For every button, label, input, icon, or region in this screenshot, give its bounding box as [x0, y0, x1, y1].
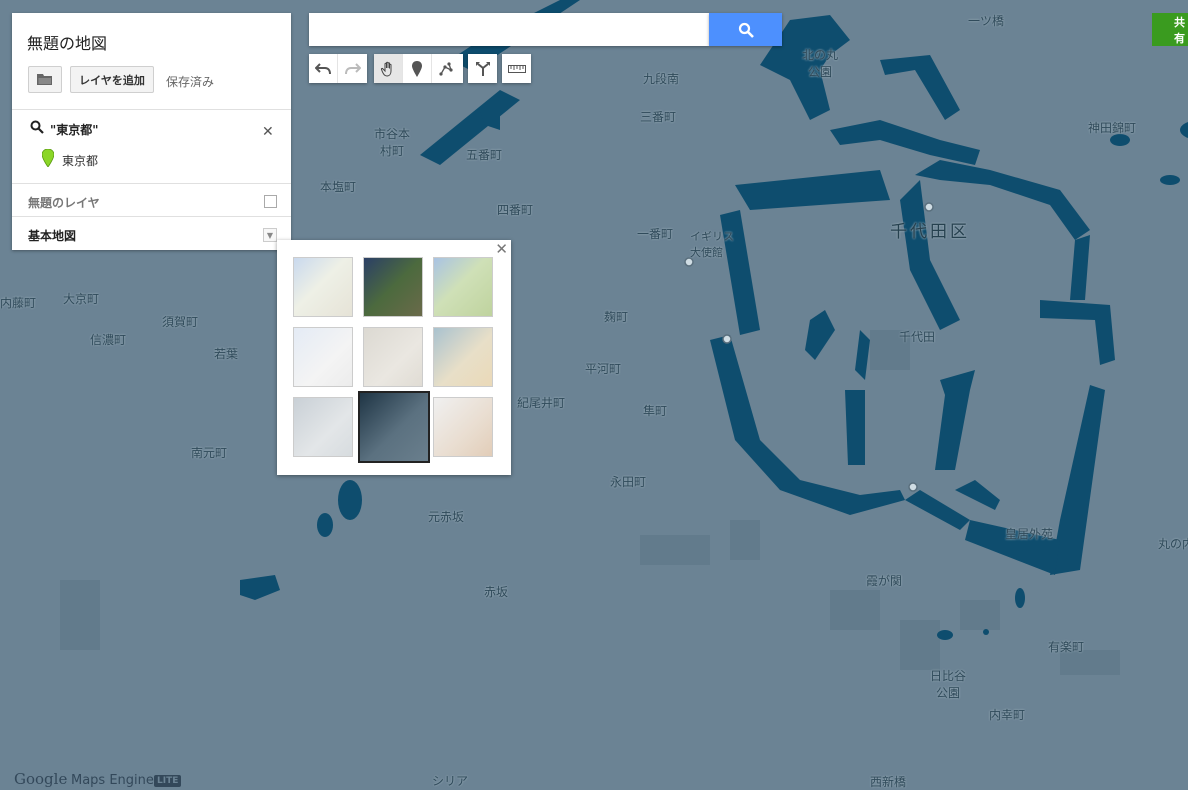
- map-label: 一ツ橋: [968, 14, 1005, 28]
- undo-icon: [315, 62, 331, 74]
- map-label: 日比谷公園: [929, 669, 966, 700]
- map-label: 信濃町: [90, 333, 127, 347]
- divider: [12, 183, 291, 184]
- pan-button[interactable]: [374, 54, 403, 83]
- base-map-option-simple-atlas[interactable]: [433, 327, 493, 387]
- draw-line-button[interactable]: [432, 54, 461, 83]
- map-label: 一番町: [637, 227, 674, 241]
- route-icon: [475, 61, 490, 76]
- map-label: 麹町: [604, 310, 629, 324]
- map-pin-icon[interactable]: [42, 149, 54, 167]
- base-map-option-dark-landmass[interactable]: [358, 391, 430, 463]
- map-label: 須賀町: [162, 315, 199, 329]
- map-title[interactable]: 無題の地図: [27, 30, 107, 54]
- map-label: シリア: [432, 774, 469, 788]
- map-label: 平河町: [585, 362, 622, 376]
- base-map-selector: ✕: [277, 240, 511, 475]
- product-name: Maps Engine: [71, 773, 154, 788]
- map-label: 九段南: [643, 72, 680, 86]
- map-label: 霞が関: [866, 574, 903, 588]
- map-label: 赤坂: [484, 585, 509, 599]
- measure-group: [502, 54, 531, 83]
- map-sidebar-panel: 無題の地図 レイヤを追加 保存済み "東京都" ✕ 東京都 無題のレイヤ 基本地…: [12, 13, 291, 250]
- google-logo: Google: [14, 770, 68, 788]
- map-label: 三番町: [640, 110, 677, 124]
- measure-ruler-icon: [507, 64, 526, 73]
- map-label: 元赤坂: [428, 510, 465, 524]
- map-label: 市谷本村町: [373, 127, 410, 158]
- save-status: 保存済み: [166, 75, 215, 89]
- map-label: 本塩町: [320, 180, 357, 194]
- marker-icon: [412, 60, 422, 77]
- map-label: 永田町: [610, 475, 647, 489]
- divider: [12, 216, 291, 217]
- undo-button[interactable]: [309, 54, 338, 83]
- map-label: 隼町: [643, 404, 668, 418]
- layer-name[interactable]: 無題のレイヤ: [28, 194, 100, 211]
- base-map-label[interactable]: 基本地図: [28, 227, 76, 244]
- map-label: 西新橋: [870, 775, 907, 789]
- map-label: 皇居外苑: [1005, 527, 1054, 541]
- divider: [12, 109, 291, 110]
- close-icon[interactable]: ✕: [262, 124, 274, 140]
- directions-group: [468, 54, 497, 83]
- map-label: 紀尾井町: [517, 396, 566, 410]
- measure-button[interactable]: [502, 54, 531, 83]
- close-icon[interactable]: ✕: [495, 240, 508, 258]
- search-layer-title[interactable]: "東京都": [50, 121, 99, 138]
- map-label: 内幸町: [989, 708, 1026, 722]
- map-label: 有楽町: [1048, 640, 1085, 654]
- open-map-button[interactable]: [28, 66, 62, 93]
- map-label: 四番町: [497, 203, 534, 217]
- share-button[interactable]: 共有: [1152, 13, 1188, 46]
- map-label: 神田錦町: [1088, 121, 1137, 135]
- add-marker-button[interactable]: [403, 54, 432, 83]
- layer-visibility-checkbox[interactable]: [264, 195, 277, 208]
- add-directions-button[interactable]: [468, 54, 497, 83]
- undo-redo-group: [309, 54, 367, 83]
- chevron-down-icon[interactable]: ▼: [263, 228, 277, 242]
- draw-tools-group: [374, 54, 463, 83]
- map-label: 内藤町: [0, 296, 37, 310]
- map-label: 大京町: [63, 292, 100, 306]
- map-label: 丸の内: [1158, 537, 1188, 551]
- map-label: 若葉: [214, 347, 239, 361]
- search-input[interactable]: [309, 13, 709, 46]
- redo-button[interactable]: [338, 54, 367, 83]
- search-result-item[interactable]: 東京都: [62, 152, 98, 169]
- folder-icon: [37, 74, 52, 85]
- map-label: 北の丸公園: [801, 48, 838, 79]
- base-map-option-whitewater[interactable]: [433, 397, 493, 457]
- base-map-option-satellite[interactable]: [363, 257, 423, 317]
- base-map-option-light-political[interactable]: [293, 327, 353, 387]
- map-label: 五番町: [466, 148, 503, 162]
- map-label: 南元町: [191, 446, 228, 460]
- base-map-option-map[interactable]: [293, 257, 353, 317]
- pan-hand-icon: [380, 61, 392, 77]
- lite-badge: LITE: [154, 775, 182, 787]
- base-map-option-mono-city[interactable]: [363, 327, 423, 387]
- map-label: イギリス大使館: [690, 230, 734, 259]
- search-icon: [30, 120, 44, 134]
- base-map-option-light-landmass[interactable]: [293, 397, 353, 457]
- search-button[interactable]: [709, 13, 782, 46]
- search-icon: [738, 22, 754, 38]
- base-map-option-terrain[interactable]: [433, 257, 493, 317]
- map-label: 千代田: [899, 330, 936, 344]
- add-layer-button[interactable]: レイヤを追加: [70, 66, 154, 93]
- map-label-district: 千代田区: [890, 222, 970, 242]
- draw-line-icon: [438, 61, 453, 76]
- redo-icon: [344, 62, 361, 74]
